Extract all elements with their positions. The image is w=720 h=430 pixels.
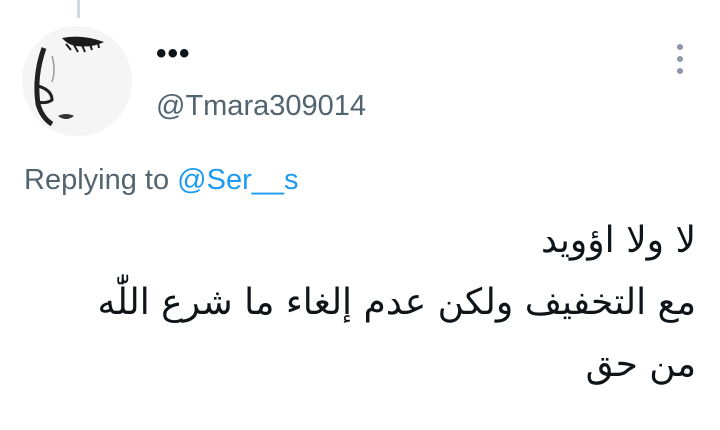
tweet-text: لا ولا اؤويد مع التخفيف ولكن عدم إلغاء م… (20, 210, 696, 396)
more-vertical-icon-dot (677, 56, 683, 62)
tweet-text-line: لا ولا اؤويد (540, 220, 696, 261)
avatar-image (22, 26, 132, 136)
more-vertical-icon (677, 44, 683, 50)
tweet-text-line: مع التخفيف ولكن عدم إلغاء ما شرع اللّٰه (97, 282, 696, 323)
more-options-button[interactable] (668, 40, 692, 78)
avatar[interactable] (22, 26, 132, 136)
author-display-name[interactable]: ••• (156, 36, 191, 72)
tweet-text-line: من حق (585, 344, 696, 385)
reply-context-prefix: Replying to (24, 164, 178, 196)
more-vertical-icon-dot (677, 68, 683, 74)
reply-context: Replying to @Ser__s (24, 160, 298, 200)
author-handle[interactable]: @Tmara309014 (156, 88, 366, 124)
reply-mention-link[interactable]: @Ser__s (177, 164, 298, 196)
thread-connector-line (77, 0, 80, 18)
